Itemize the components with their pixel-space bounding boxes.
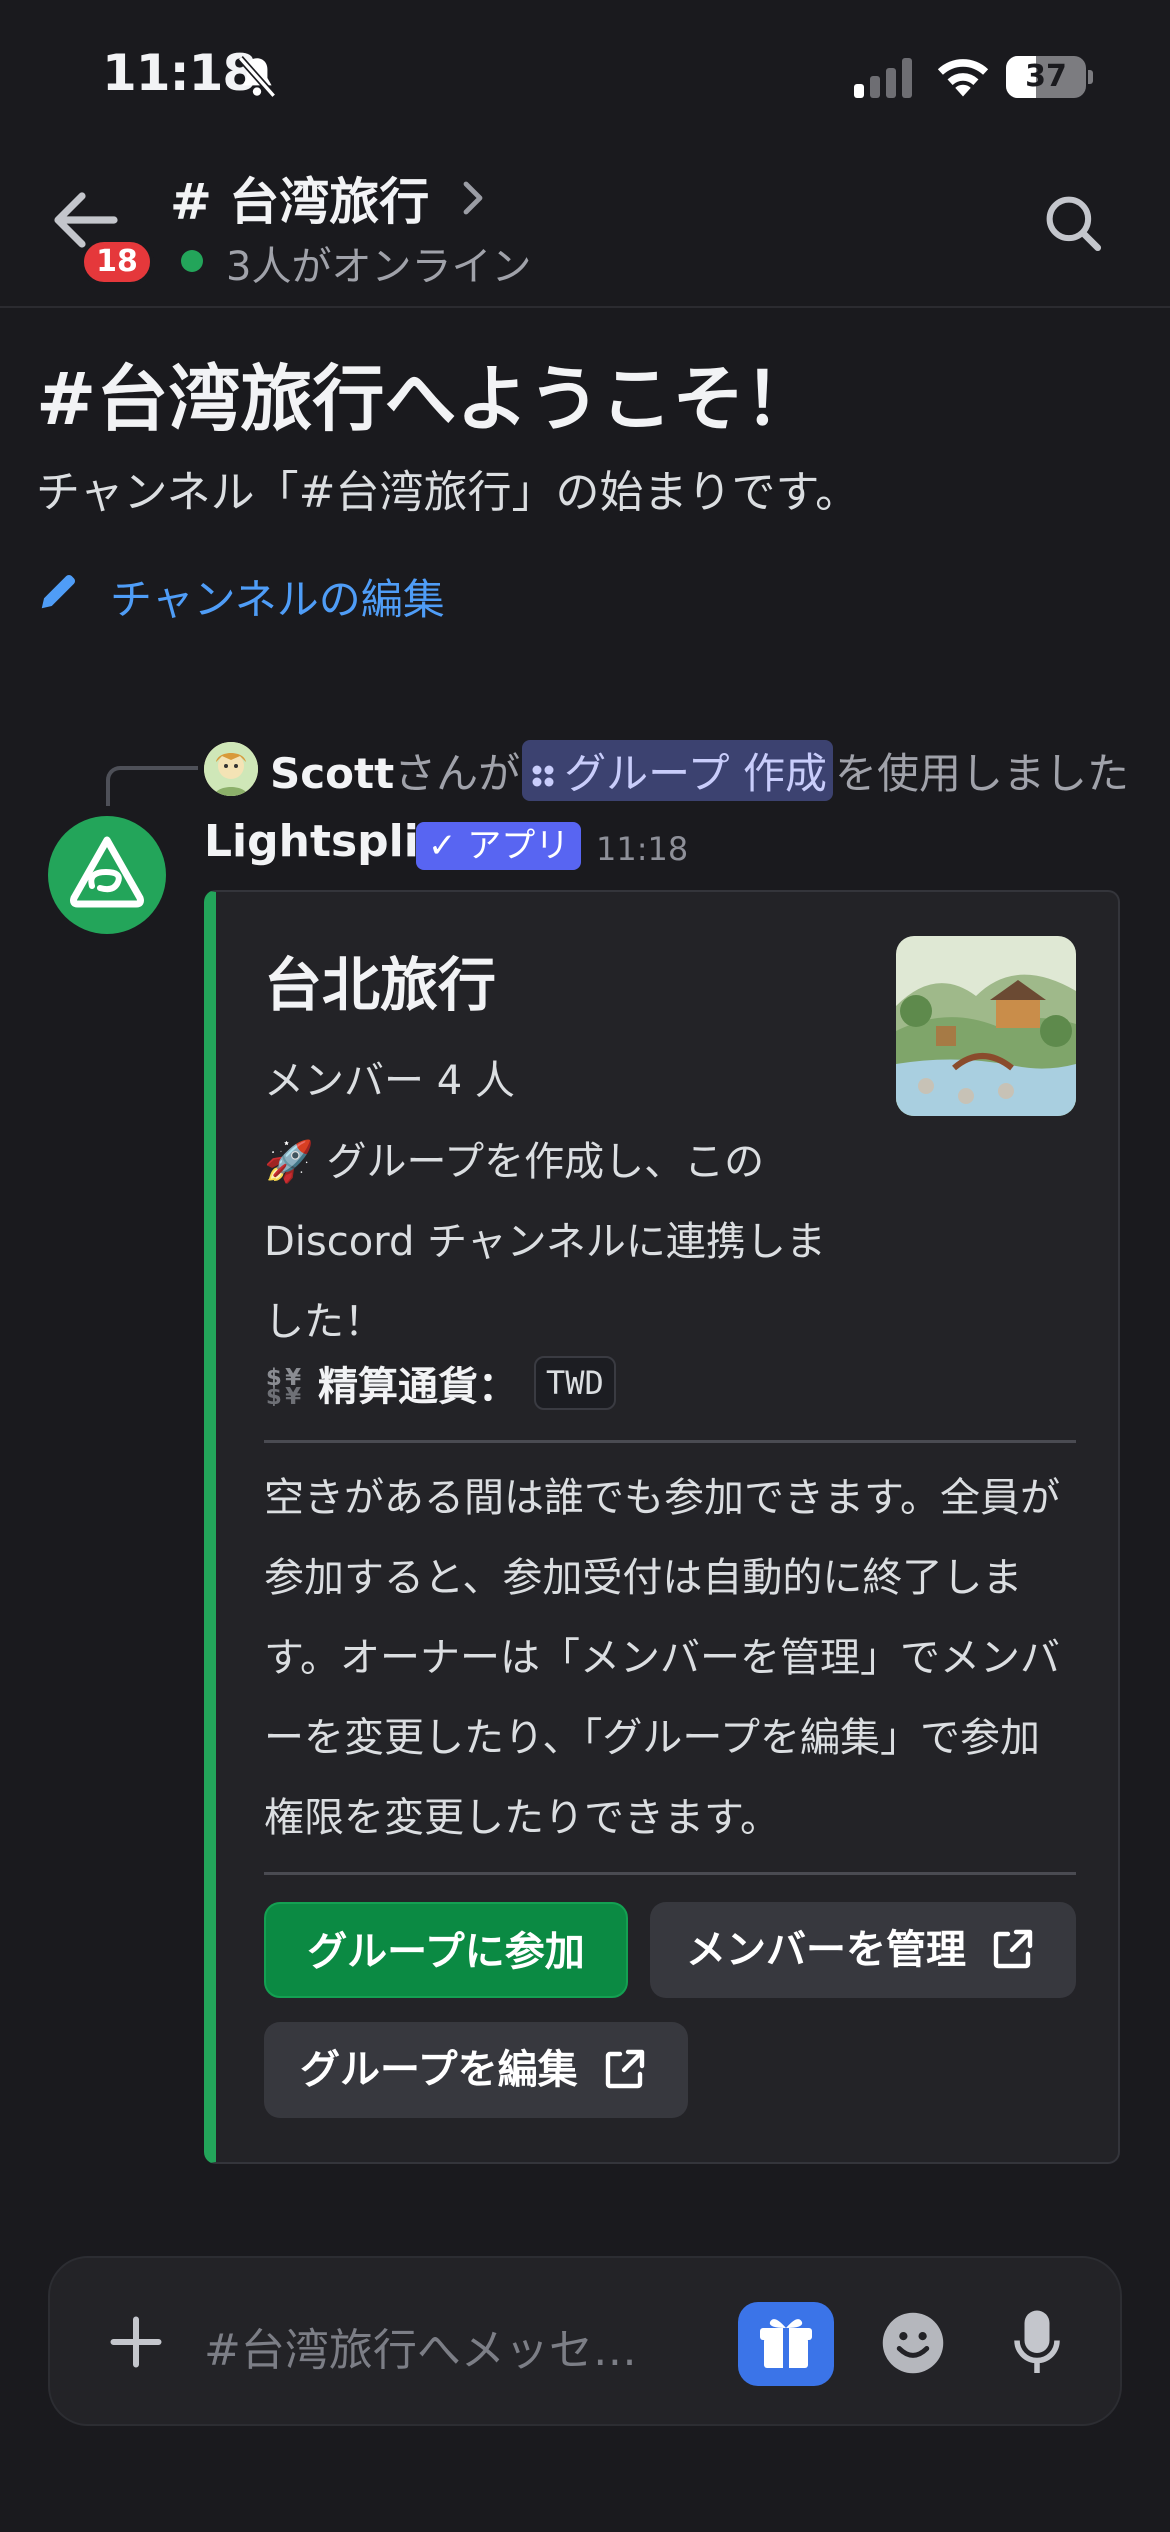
divider <box>264 1440 1076 1443</box>
online-count: 3人がオンライン <box>226 244 532 290</box>
battery-level: 37 <box>1025 59 1067 94</box>
embed-members: メンバー 4 人 <box>264 1058 515 1104</box>
online-status-dot <box>181 250 203 272</box>
wifi-icon <box>937 59 989 97</box>
gift-button[interactable] <box>738 2302 834 2386</box>
divider <box>264 1872 1076 1875</box>
settlement-currency-field: $ ¥ $ ¥ 精算通貨： TWD <box>264 1354 616 1414</box>
message-author[interactable]: Lightsplit <box>204 816 440 867</box>
currency-icon: $ ¥ $ ¥ <box>266 1365 301 1406</box>
microphone-icon[interactable] <box>1012 2308 1062 2378</box>
embed-description: 🚀 グループを作成し、この Discord チャンネルに連携しました！ <box>264 1139 826 1345</box>
system-text-2: を使用しました <box>835 749 1130 798</box>
signal-icon <box>854 58 912 98</box>
command-usage-line: Scottさんが グループ 作成 を使用しました <box>270 740 1130 801</box>
external-link-icon <box>605 2049 645 2089</box>
system-user-name[interactable]: Scott <box>270 749 394 798</box>
reply-connector <box>106 766 198 806</box>
command-name: グループ 作成 <box>564 749 828 798</box>
field-value: TWD <box>534 1356 616 1410</box>
svg-text:$: $ <box>266 1384 282 1406</box>
embed-body: 空きがある間は誰でも参加できます。全員が参加すると、参加受付は自動的に終了します… <box>264 1475 1060 1841</box>
bell-slash-icon <box>237 56 277 98</box>
app-tag: ✓ アプリ <box>416 822 582 870</box>
battery-indicator: 37 <box>1006 56 1093 98</box>
manage-members-button[interactable]: メンバーを管理 <box>650 1902 1076 1998</box>
command-icon <box>532 765 554 787</box>
emoji-icon[interactable] <box>880 2310 946 2376</box>
group-embed: 台北旅行 メンバー 4 人 🚀 グループを作成し、この Discord チャンネ… <box>204 890 1120 2164</box>
edit-channel-label: チャンネルの編集 <box>110 575 445 624</box>
welcome-title: #台湾旅行へようこそ！ <box>36 357 817 441</box>
manage-members-label: メンバーを管理 <box>686 1927 966 1973</box>
join-group-label: グループに参加 <box>307 1929 585 1975</box>
scott-avatar[interactable] <box>204 742 258 796</box>
channel-header: 18 # 台湾旅行 3人がオンライン <box>0 150 1170 308</box>
welcome-subtitle: チャンネル「#台湾旅行」の始まりです。 <box>36 467 860 518</box>
join-group-button[interactable]: グループに参加 <box>264 1902 628 1998</box>
system-text-1: さんが <box>394 749 521 798</box>
edit-group-button[interactable]: グループを編集 <box>264 2022 688 2118</box>
embed-thumbnail[interactable] <box>896 936 1076 1116</box>
status-bar: 11:18 37 <box>0 0 1170 150</box>
edit-group-label: グループを編集 <box>300 2047 578 2093</box>
lightsplit-avatar[interactable] <box>48 816 166 934</box>
embed-title: 台北旅行 <box>264 951 497 1019</box>
pencil-icon <box>41 574 76 609</box>
screen: 11:18 37 18 # 台湾旅行 3人がオンライン #台湾旅行へようこそ！ … <box>0 0 1170 2532</box>
command-pill[interactable]: グループ 作成 <box>522 740 834 801</box>
message-composer: #台湾旅行へメッセ… <box>48 2256 1122 2426</box>
svg-text:¥: ¥ <box>285 1384 301 1406</box>
chevron-right-icon[interactable] <box>458 178 488 218</box>
unread-badge: 18 <box>80 238 154 286</box>
search-icon[interactable] <box>1040 190 1106 256</box>
plus-icon[interactable] <box>106 2312 166 2372</box>
field-label: 精算通貨： <box>318 1364 518 1410</box>
external-link-icon <box>993 1929 1033 1969</box>
gift-icon <box>760 2319 812 2368</box>
message-input[interactable]: #台湾旅行へメッセ… <box>204 2314 637 2378</box>
channel-title[interactable]: # 台湾旅行 <box>170 162 429 234</box>
message-timestamp: 11:18 <box>596 830 689 868</box>
